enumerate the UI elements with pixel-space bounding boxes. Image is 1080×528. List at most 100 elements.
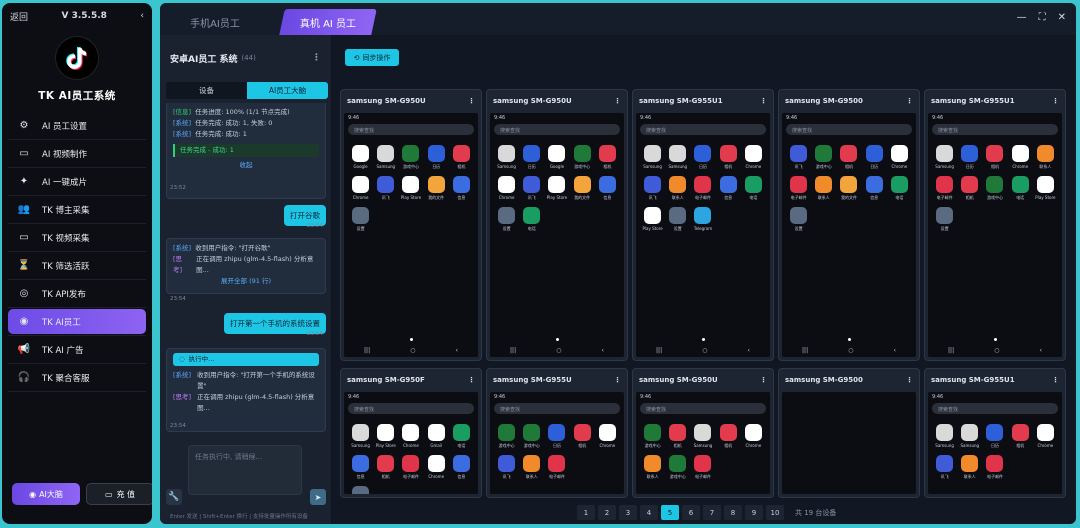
minimize-icon[interactable]: — bbox=[1017, 12, 1027, 23]
search-field[interactable]: 搜索查找 bbox=[640, 403, 766, 414]
recents-icon[interactable]: ||| bbox=[802, 347, 808, 354]
search-field[interactable]: 搜索查找 bbox=[348, 403, 474, 414]
device-card[interactable]: samsung SM-G955U1 ⋮ 9:46 搜索查找 Samsung 日历 相机 Chr… bbox=[924, 89, 1066, 361]
chat-input[interactable]: 任务执行中, 请稍候... bbox=[188, 445, 302, 495]
app-icon[interactable]: Play Store bbox=[640, 207, 665, 232]
page-button[interactable]: 2 bbox=[598, 505, 616, 520]
home-icon[interactable]: ○ bbox=[702, 347, 707, 354]
search-field[interactable]: 搜索查找 bbox=[494, 124, 620, 135]
app-icon[interactable]: 相机 bbox=[716, 424, 741, 449]
search-field[interactable]: 搜索查找 bbox=[786, 124, 912, 135]
page-button[interactable]: 8 bbox=[724, 505, 742, 520]
app-icon[interactable]: 信息 bbox=[348, 455, 373, 480]
app-icon[interactable]: 电子邮件 bbox=[398, 455, 423, 480]
card-menu-icon[interactable]: ⋮ bbox=[906, 376, 913, 384]
page-button[interactable]: 10 bbox=[766, 505, 784, 520]
card-menu-icon[interactable]: ⋮ bbox=[906, 97, 913, 105]
app-icon[interactable]: Samsung bbox=[494, 145, 519, 170]
app-icon[interactable]: 电子邮件 bbox=[690, 455, 715, 480]
device-screen[interactable]: 9:46 搜索查找 游戏中心 游戏中心 日历 相机 Chrome 讯飞 联系人 电子邮件 bbox=[490, 392, 624, 494]
home-icon[interactable]: ○ bbox=[556, 347, 561, 354]
app-icon[interactable]: 联系人 bbox=[665, 176, 690, 201]
app-icon[interactable]: Samsung bbox=[665, 145, 690, 170]
app-icon[interactable]: Play Store bbox=[544, 176, 569, 201]
app-icon[interactable]: Chrome bbox=[741, 424, 766, 449]
app-icon[interactable]: 日历 bbox=[544, 424, 569, 449]
app-icon[interactable]: 相机 bbox=[836, 145, 861, 170]
app-icon[interactable]: 讯飞 bbox=[932, 455, 957, 480]
app-icon[interactable]: 游戏中心 bbox=[494, 424, 519, 449]
app-icon[interactable]: Chrome bbox=[1008, 145, 1033, 170]
app-icon[interactable]: Samsung bbox=[348, 424, 373, 449]
device-card[interactable]: samsung SM-G9500 ⋮ bbox=[778, 368, 920, 498]
app-icon[interactable]: 电话 bbox=[887, 176, 912, 201]
collapse-icon[interactable]: ‹ bbox=[140, 11, 144, 21]
device-card[interactable]: samsung SM-G950U ⋮ 9:46 搜索查找 Google Samsung 游戏… bbox=[340, 89, 482, 361]
app-icon[interactable]: 讯飞 bbox=[494, 455, 519, 480]
app-icon[interactable]: 设置 bbox=[665, 207, 690, 232]
app-icon[interactable]: 相机 bbox=[957, 176, 982, 201]
back-link[interactable]: 返回 bbox=[10, 10, 28, 23]
app-icon[interactable]: Google bbox=[544, 145, 569, 170]
app-icon[interactable]: 电子邮件 bbox=[932, 176, 957, 201]
sidebar-item[interactable]: ▭ TK 视频采集 bbox=[8, 225, 146, 252]
app-icon[interactable]: 电子邮件 bbox=[690, 176, 715, 201]
app-icon[interactable]: 设置 bbox=[348, 486, 373, 494]
page-button[interactable]: 6 bbox=[682, 505, 700, 520]
app-icon[interactable]: 联系人 bbox=[957, 455, 982, 480]
seg-devices[interactable]: 设备 bbox=[166, 82, 247, 99]
app-icon[interactable]: 游戏中心 bbox=[665, 455, 690, 480]
app-icon[interactable]: 我的文件 bbox=[424, 176, 449, 201]
app-icon[interactable]: Chrome bbox=[887, 145, 912, 170]
app-icon[interactable]: 信息 bbox=[595, 176, 620, 201]
search-field[interactable]: 搜索查找 bbox=[494, 403, 620, 414]
app-icon[interactable]: Chrome bbox=[424, 455, 449, 480]
device-screen[interactable]: 9:46 搜索查找 Samsung Samsung 日历 相机 Chrome 讯飞 联系人 电子邮… bbox=[928, 392, 1062, 494]
device-card[interactable]: samsung SM-G955U1 ⋮ 9:46 搜索查找 Samsung Samsung… bbox=[924, 368, 1066, 498]
home-icon[interactable]: ○ bbox=[410, 347, 415, 354]
sidebar-item[interactable]: 📢 TK AI 广告 bbox=[8, 337, 146, 364]
app-icon[interactable]: 日历 bbox=[424, 145, 449, 170]
app-icon[interactable]: 游戏中心 bbox=[570, 145, 595, 170]
app-icon[interactable]: 相机 bbox=[570, 424, 595, 449]
app-icon[interactable]: 日历 bbox=[690, 145, 715, 170]
search-field[interactable]: 搜索查找 bbox=[932, 124, 1058, 135]
app-icon[interactable]: 电话 bbox=[519, 207, 544, 232]
search-field[interactable]: 搜索查找 bbox=[348, 124, 474, 135]
sidebar-item[interactable]: ⏳ TK 筛选活跃 bbox=[8, 253, 146, 280]
back-icon[interactable]: ‹ bbox=[894, 347, 896, 354]
sidebar-item[interactable]: ⚙ AI 员工设置 bbox=[8, 113, 146, 140]
app-icon[interactable]: 我的文件 bbox=[836, 176, 861, 201]
app-icon[interactable]: 联系人 bbox=[519, 455, 544, 480]
device-card[interactable]: samsung SM-G950U ⋮ 9:46 搜索查找 游戏中心 相机 Samsung 相机… bbox=[632, 368, 774, 498]
app-icon[interactable]: 设置 bbox=[348, 207, 373, 232]
page-button[interactable]: 7 bbox=[703, 505, 721, 520]
app-icon[interactable]: 电话 bbox=[449, 424, 474, 449]
app-icon[interactable]: 电话 bbox=[1008, 176, 1033, 201]
page-button[interactable]: 9 bbox=[745, 505, 763, 520]
app-icon[interactable]: 讯飞 bbox=[519, 176, 544, 201]
app-icon[interactable]: 信息 bbox=[716, 176, 741, 201]
app-icon[interactable]: 游戏中心 bbox=[519, 424, 544, 449]
recents-icon[interactable]: ||| bbox=[510, 347, 516, 354]
app-icon[interactable]: 日历 bbox=[519, 145, 544, 170]
app-icon[interactable]: 游戏中心 bbox=[640, 424, 665, 449]
recents-icon[interactable]: ||| bbox=[948, 347, 954, 354]
app-icon[interactable]: Google bbox=[348, 145, 373, 170]
sidebar-item[interactable]: ◎ TK API发布 bbox=[8, 281, 146, 308]
app-icon[interactable]: 相机 bbox=[1008, 424, 1033, 449]
app-icon[interactable]: 联系人 bbox=[640, 455, 665, 480]
app-icon[interactable]: Samsung bbox=[957, 424, 982, 449]
device-screen[interactable] bbox=[782, 392, 916, 494]
app-icon[interactable]: Samsung bbox=[373, 145, 398, 170]
card-menu-icon[interactable]: ⋮ bbox=[760, 376, 767, 384]
send-icon[interactable]: ➤ bbox=[310, 489, 326, 505]
card-menu-icon[interactable]: ⋮ bbox=[1052, 97, 1059, 105]
sync-button[interactable]: ⟲ 同步操作 bbox=[345, 49, 399, 66]
app-icon[interactable]: Play Store bbox=[398, 176, 423, 201]
fold-link[interactable]: 收起 bbox=[173, 160, 319, 171]
app-icon[interactable]: 相机 bbox=[373, 455, 398, 480]
app-icon[interactable]: 日历 bbox=[957, 145, 982, 170]
app-icon[interactable]: 我的文件 bbox=[570, 176, 595, 201]
app-icon[interactable]: Samsung bbox=[932, 145, 957, 170]
